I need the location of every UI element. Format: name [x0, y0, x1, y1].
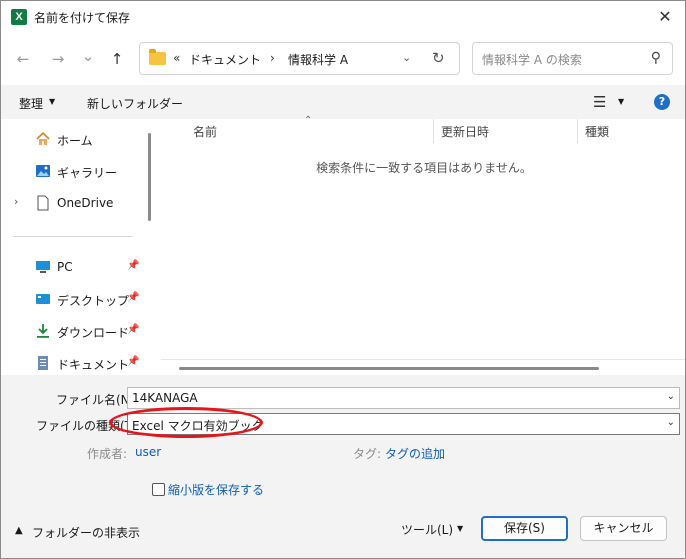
refresh-icon[interactable]: ↻ — [432, 49, 445, 67]
search-icon[interactable]: ⚲ — [651, 50, 661, 66]
sidebar-item-label: PC — [57, 260, 73, 274]
sidebar-item-gallery[interactable]: ギャラリー — [1, 160, 151, 184]
empty-message: 検索条件に一致する項目はありません。 — [316, 161, 532, 175]
document-icon — [38, 356, 48, 370]
breadcrumb-overflow[interactable]: « — [173, 51, 180, 65]
column-header-modified[interactable]: 更新日時 — [441, 123, 489, 140]
pin-icon[interactable]: 📌 — [127, 292, 139, 303]
breadcrumb-separator[interactable]: › — [270, 51, 275, 65]
hide-folders-button[interactable]: フォルダーの非表示 — [32, 524, 140, 541]
folder-icon — [149, 49, 166, 65]
filetype-select[interactable]: Excel マクロ有効ブック ⌄ — [127, 413, 680, 435]
column-header-name[interactable]: 名前 — [193, 123, 217, 140]
sidebar-item-label: デスクトップ — [57, 294, 130, 308]
sidebar-item-home[interactable]: ホーム — [1, 128, 151, 152]
sidebar-item-label: ホーム — [57, 134, 93, 148]
column-divider[interactable] — [577, 119, 578, 143]
tags-label: タグ: — [353, 447, 382, 461]
chevron-right-icon[interactable]: › — [14, 195, 18, 208]
divider — [13, 236, 133, 237]
divider — [161, 359, 685, 360]
filetype-label: ファイルの種類(T): — [36, 419, 141, 433]
sidebar-item-label: ドキュメント — [57, 358, 130, 372]
tags-field[interactable]: タグの追加 — [385, 445, 445, 462]
save-button[interactable]: 保存(S) — [481, 516, 568, 541]
forward-button[interactable]: → — [46, 47, 70, 71]
excel-icon: X — [11, 9, 27, 25]
download-icon — [37, 324, 49, 338]
command-bar: 整理 ▼ 新しいフォルダー ☰ ▼ ? — [1, 85, 685, 119]
chevron-up-icon[interactable]: ▲ — [15, 525, 23, 536]
tools-button[interactable]: ツール(L) — [401, 521, 453, 538]
save-thumbnail-checkbox[interactable] — [152, 483, 165, 496]
sidebar-item-label: ダウンロード — [57, 326, 130, 340]
sidebar-item-label: OneDrive — [57, 196, 114, 210]
breadcrumb-info-science[interactable]: 情報科学 A — [288, 51, 348, 68]
pin-icon[interactable]: 📌 — [127, 260, 139, 271]
author-label: 作成者: — [87, 447, 128, 461]
sidebar-item-desktop[interactable]: デスクトップ 📌 — [1, 288, 151, 312]
save-form: ファイル名(N): 14KANAGA ⌄ ファイルの種類(T): Excel マ… — [1, 375, 685, 558]
caret-down-icon[interactable]: ▼ — [49, 97, 55, 106]
chevron-down-icon[interactable]: ⌄ — [667, 391, 675, 402]
file-list: ⌃ 名前 更新日時 種類 検索条件に一致する項目はありません。 — [161, 115, 685, 375]
column-divider[interactable] — [433, 119, 434, 143]
file-icon — [37, 195, 49, 211]
pin-icon[interactable]: 📌 — [127, 356, 139, 367]
breadcrumb-documents[interactable]: ドキュメント — [189, 51, 261, 68]
chevron-down-icon[interactable]: ⌄ — [402, 51, 411, 64]
caret-down-icon[interactable]: ▼ — [457, 524, 463, 533]
close-button[interactable]: ✕ — [645, 1, 685, 33]
sidebar-item-documents[interactable]: ドキュメント 📌 — [1, 352, 151, 376]
navigation-bar: ← → ⌄ ↑ « ドキュメント › 情報科学 A ⌄ ↻ 情報科学 A の検索… — [1, 33, 685, 85]
pin-icon[interactable]: 📌 — [127, 324, 139, 335]
navigation-pane: ホーム ギャラリー › OneDrive PC 📌 デスクトップ 📌 ダウンロー… — [1, 119, 161, 375]
filename-field[interactable]: 14KANAGA ⌄ — [127, 387, 680, 409]
up-button[interactable]: ↑ — [105, 47, 129, 71]
desktop-icon — [36, 294, 50, 304]
new-folder-button[interactable]: 新しいフォルダー — [87, 95, 183, 112]
window-title: 名前を付けて保存 — [34, 11, 131, 25]
view-options-icon[interactable]: ☰ — [593, 93, 606, 111]
save-thumbnail-label[interactable]: 縮小版を保存する — [168, 481, 264, 498]
sort-ascending-icon: ⌃ — [304, 115, 313, 126]
search-input[interactable]: 情報科学 A の検索 — [482, 51, 582, 68]
home-icon — [36, 131, 50, 145]
address-bar[interactable]: « ドキュメント › 情報科学 A ⌄ ↻ — [139, 42, 460, 75]
search-box[interactable]: 情報科学 A の検索 ⚲ — [472, 42, 673, 75]
horizontal-scrollbar[interactable] — [179, 367, 599, 370]
caret-down-icon[interactable]: ▼ — [618, 97, 624, 106]
title-bar: X 名前を付けて保存 ✕ — [1, 1, 685, 33]
author-field[interactable]: user — [135, 445, 161, 459]
sidebar-item-pc[interactable]: PC 📌 — [1, 256, 151, 280]
cancel-button[interactable]: キャンセル — [580, 516, 667, 541]
recent-locations-button[interactable]: ⌄ — [76, 44, 100, 68]
filetype-value[interactable]: Excel マクロ有効ブック — [132, 417, 264, 434]
pc-icon — [36, 261, 50, 273]
organize-button[interactable]: 整理 — [19, 95, 43, 112]
gallery-icon — [36, 165, 50, 177]
back-button[interactable]: ← — [11, 47, 35, 71]
save-as-dialog: X 名前を付けて保存 ✕ ← → ⌄ ↑ « ドキュメント › 情報科学 A ⌄… — [0, 0, 686, 559]
sidebar-scrollbar[interactable] — [148, 133, 151, 221]
column-header-type[interactable]: 種類 — [585, 123, 609, 140]
sidebar-item-onedrive[interactable]: › OneDrive — [1, 192, 151, 216]
sidebar-item-label: ギャラリー — [57, 166, 118, 180]
help-icon[interactable]: ? — [654, 94, 670, 110]
chevron-down-icon[interactable]: ⌄ — [667, 417, 675, 428]
filename-input[interactable]: 14KANAGA — [132, 391, 198, 405]
sidebar-item-downloads[interactable]: ダウンロード 📌 — [1, 320, 151, 344]
